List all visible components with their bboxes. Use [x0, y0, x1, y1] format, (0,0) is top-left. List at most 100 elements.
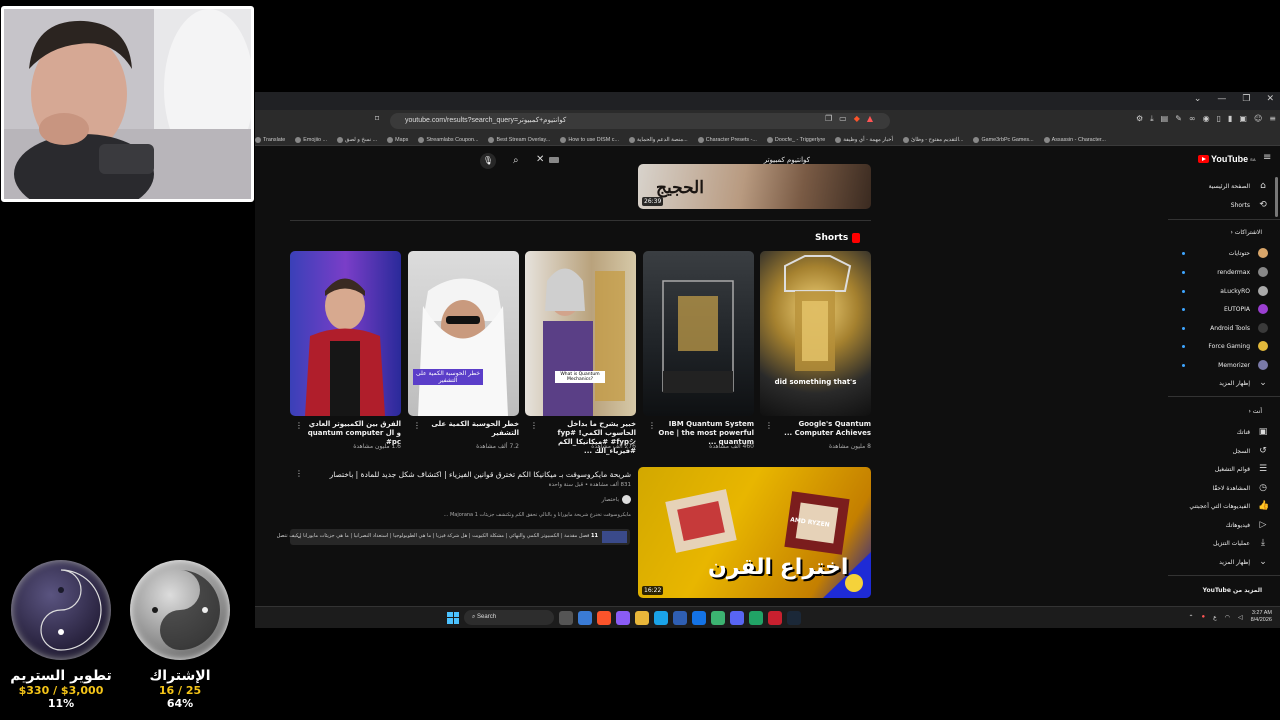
download-icon[interactable]: ⤓ [1150, 114, 1154, 124]
sidebar-item-home[interactable]: ⌂ الصفحة الرئيسية [1209, 179, 1268, 193]
minimize-icon[interactable]: — [1217, 94, 1226, 104]
short-card[interactable]: خطر الحوسبة الكمية على التشفير ⋮ خطر الح… [408, 251, 519, 450]
bookmark-item[interactable]: Streamlabs Coupon... [418, 135, 478, 145]
sidebar-item-your-channel[interactable]: ▣ قناتك [1237, 425, 1268, 439]
copy-icon[interactable]: ❐ [825, 114, 832, 123]
eye-icon[interactable]: ◉ [1203, 114, 1210, 124]
more-options-icon[interactable]: ⋮ [765, 421, 773, 430]
bookmark-item[interactable]: Best Stream Overlay... [488, 135, 550, 145]
you-header[interactable]: أنت ‹ [1248, 408, 1262, 415]
keyboard-icon[interactable] [549, 157, 559, 163]
bookmark-item[interactable]: Translate [255, 135, 285, 145]
short-thumbnail[interactable] [643, 251, 754, 416]
sidebar-item-subscription[interactable]: aLuckyRO [1220, 284, 1268, 298]
dropdown-icon[interactable]: ⌄ [1194, 94, 1202, 104]
wallet-icon[interactable]: ▣ [1239, 114, 1247, 124]
app-icon[interactable] [616, 610, 630, 625]
bookmark-item[interactable]: Assassin - Character... [1043, 135, 1106, 145]
sidebar-item-subscription[interactable]: EUTOPIA [1224, 302, 1268, 316]
bookmark-icon[interactable]: ⌑ [375, 114, 379, 123]
app-icon[interactable] [673, 610, 687, 625]
sidebar-show-more-subs[interactable]: ⌄ إظهار المزيد [1219, 376, 1268, 390]
channel-link[interactable]: باختصار [602, 495, 631, 504]
short-card[interactable]: ⋮ IBM Quantum System One | the most powe… [643, 251, 754, 450]
mic-icon[interactable]: 🎙 [480, 153, 496, 169]
hamburger-menu-icon[interactable]: ≡ [1263, 152, 1271, 163]
bookmark-item[interactable]: Emojiio ... [295, 135, 327, 145]
bookmark-item[interactable]: أخبار مهمة - أي وظيفة [835, 135, 893, 145]
short-thumbnail[interactable] [290, 251, 401, 416]
sidebar-item-shorts[interactable]: ⟲ Shorts [1231, 198, 1268, 212]
bookmark-item[interactable]: Doocfe_ - Triggerlyre [766, 135, 825, 145]
more-options-icon[interactable]: ⋮ [295, 469, 303, 478]
short-title[interactable]: Google's Quantum Computer Achieves ... [775, 420, 871, 438]
windows-start-icon[interactable] [447, 611, 459, 624]
more-options-icon[interactable]: ⋮ [413, 421, 421, 430]
sidebar-item-history[interactable]: ↺ السجل [1233, 444, 1268, 458]
short-card[interactable]: What is Quantum Mechanics? ⋮ خبير يشرح م… [525, 251, 636, 455]
system-clock[interactable]: 3:27 AM 8/4/2026 [1251, 610, 1272, 624]
app-icon[interactable] [768, 610, 782, 625]
sidebar-item-downloads[interactable]: ⤓ عمليات التنزيل [1213, 536, 1268, 550]
menu-icon[interactable]: ≡ [1269, 114, 1276, 124]
reader-icon[interactable]: ▮ [1228, 114, 1232, 124]
alert-icon[interactable]: ▲ [867, 114, 873, 123]
video-title[interactable]: شريحة مايكروسوفت بـ ميكانيكا الكم تخترق … [330, 470, 631, 479]
store-app-icon[interactable] [692, 610, 706, 625]
search-icon[interactable]: ⌕ [513, 155, 519, 166]
sidebar-item-subscription[interactable]: rendermax [1217, 265, 1268, 279]
short-thumbnail[interactable]: What is Quantum Mechanics? [525, 251, 636, 416]
channel-name[interactable]: باختصار [602, 497, 619, 503]
file-explorer-icon[interactable] [635, 610, 649, 625]
short-thumbnail[interactable]: did something that's [760, 251, 871, 416]
sidebar-item-subscription[interactable]: Force Gaming [1208, 339, 1268, 353]
mic-icon[interactable]: ● [1201, 614, 1205, 620]
sidebar-show-more-you[interactable]: ⌄ إظهار المزيد [1219, 555, 1268, 569]
bookmark-item[interactable]: التقديم مفتوح - وظائ... [903, 135, 963, 145]
youtube-logo[interactable]: YouTube SA [1198, 154, 1256, 164]
bookmark-item[interactable]: نسخ و لصق ... [336, 135, 377, 145]
close-icon[interactable]: ✕ [1266, 94, 1274, 104]
volume-icon[interactable]: ◁ [1238, 614, 1243, 621]
short-thumbnail[interactable]: خطر الحوسبة الكمية على التشفير [408, 251, 519, 416]
sidebar-item-subscription[interactable]: Android Tools [1210, 321, 1268, 335]
chapter-thumbnail[interactable] [602, 531, 627, 543]
app-icon[interactable] [749, 610, 763, 625]
clear-search-icon[interactable]: ✕ [536, 154, 544, 165]
short-title[interactable]: خطر الحوسبة الكمية على التشفير [423, 420, 519, 438]
sidebar-item-watch-later[interactable]: ◷ المشاهدة لاحقًا [1212, 481, 1268, 495]
video-result[interactable]: ⋮ شريحة مايكروسوفت بـ ميكانيكا الكم تختر… [277, 467, 871, 606]
sidebar-item-subscription[interactable]: Memorizer [1218, 358, 1268, 372]
bookmark-item[interactable]: Maps [387, 135, 408, 145]
language-icon[interactable]: ع [1213, 614, 1217, 621]
sidebar-toggle-icon[interactable]: ▯ [1217, 114, 1221, 124]
bookmark-item[interactable]: Character Presets -... [697, 135, 757, 145]
more-options-icon[interactable]: ⋮ [648, 421, 656, 430]
bookmark-item[interactable]: How to use DISM c... [560, 135, 619, 145]
video-thumbnail-top[interactable]: الحجيج 26:39 [638, 164, 871, 209]
brave-icon[interactable]: ◆ [854, 114, 860, 123]
sidebar-item-your-videos[interactable]: ▷ فيديوهاتك [1226, 518, 1268, 532]
extension-icon[interactable]: ⚙ [1136, 114, 1143, 124]
taskbar-search[interactable]: ⌕ Search [464, 610, 554, 625]
screen-icon[interactable]: ▭ [839, 114, 847, 123]
discord-app-icon[interactable] [730, 610, 744, 625]
wifi-icon[interactable]: ◠ [1225, 614, 1230, 621]
sidebar-item-subscription[interactable]: حتوتايات [1229, 246, 1268, 260]
brave-app-icon[interactable] [597, 610, 611, 625]
short-card[interactable]: did something that's ⋮ Google's Quantum … [760, 251, 871, 450]
url-field[interactable]: youtube.com/results?search_query=كوانتيو… [390, 113, 890, 129]
short-card[interactable]: ⋮ الفرق بين الكمبيوتر العادي و ال quantu… [290, 251, 401, 450]
pen-icon[interactable]: ✎ [1175, 114, 1182, 124]
maximize-icon[interactable]: ❐ [1242, 94, 1250, 104]
app-icon[interactable] [711, 610, 725, 625]
chevron-up-icon[interactable]: ⌃ [1188, 614, 1193, 621]
chapters-bar[interactable]: ⌄ 11 فصل مقدمة | الكمبيوتر الكمي والنهائ… [277, 529, 630, 545]
profile-icon[interactable]: ☺ [1254, 114, 1262, 124]
more-options-icon[interactable]: ⋮ [530, 421, 538, 430]
channel-avatar[interactable] [622, 495, 631, 504]
search-input[interactable]: كوانتيوم كمبيوتر [764, 156, 810, 164]
more-options-icon[interactable]: ⋮ [295, 421, 303, 430]
bookmark-item[interactable]: Game3rbPc Games... [973, 135, 1034, 145]
edge-app-icon[interactable] [654, 610, 668, 625]
